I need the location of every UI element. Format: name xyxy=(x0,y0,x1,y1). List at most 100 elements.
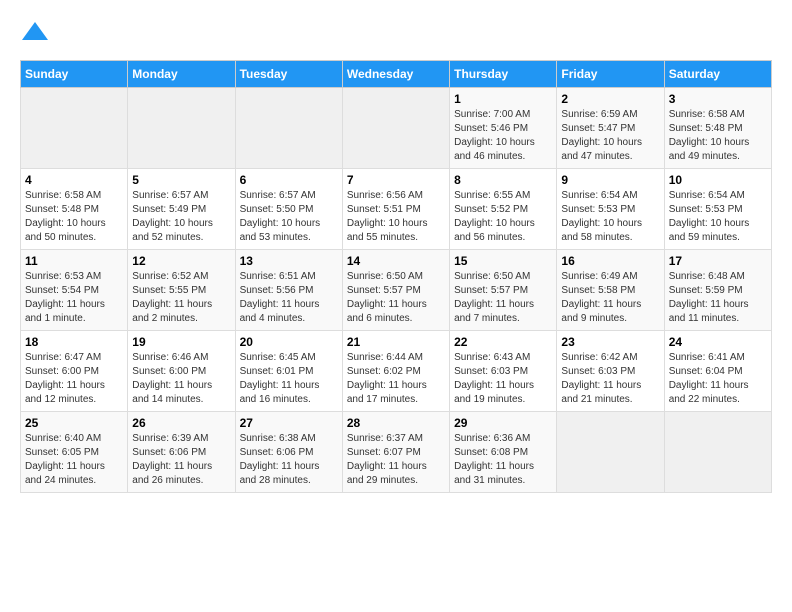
calendar-table: SundayMondayTuesdayWednesdayThursdayFrid… xyxy=(20,60,772,493)
day-info: Sunrise: 6:41 AM Sunset: 6:04 PM Dayligh… xyxy=(669,351,767,407)
day-info: Sunrise: 6:54 AM Sunset: 5:53 PM Dayligh… xyxy=(669,189,767,245)
day-number: 6 xyxy=(240,173,338,187)
day-number: 29 xyxy=(454,416,552,430)
week-row-5: 25Sunrise: 6:40 AM Sunset: 6:05 PM Dayli… xyxy=(21,412,772,493)
day-number: 15 xyxy=(454,254,552,268)
day-header-friday: Friday xyxy=(557,61,664,88)
week-row-4: 18 Sunrise: 6:47 AM Sunset: 6:00 PM Dayli… xyxy=(21,331,772,412)
day-cell: 2 Sunrise: 6:59 AM Sunset: 5:47 PM Daylig… xyxy=(557,88,664,169)
day-number: 18 xyxy=(25,335,123,349)
day-number: 5 xyxy=(132,173,230,187)
day-cell: 18 Sunrise: 6:47 AM Sunset: 6:00 PM Dayli… xyxy=(21,331,128,412)
day-info: Sunrise: 6:38 AM Sunset: 6:06 PM Dayligh… xyxy=(240,432,338,488)
day-number: 8 xyxy=(454,173,552,187)
day-cell: 21 Sunrise: 6:44 AM Sunset: 6:02 PM Dayli… xyxy=(342,331,449,412)
day-number: 17 xyxy=(669,254,767,268)
week-row-3: 11 Sunrise: 6:53 AM Sunset: 5:54 PM Dayli… xyxy=(21,250,772,331)
day-header-saturday: Saturday xyxy=(664,61,771,88)
day-cell: 5 Sunrise: 6:57 AM Sunset: 5:49 PM Daylig… xyxy=(128,169,235,250)
day-cell xyxy=(557,412,664,493)
day-number: 21 xyxy=(347,335,445,349)
week-row-2: 4 Sunrise: 6:58 AM Sunset: 5:48 PM Daylig… xyxy=(21,169,772,250)
day-number: 3 xyxy=(669,92,767,106)
day-info: Sunrise: 6:39 AM Sunset: 6:06 PM Dayligh… xyxy=(132,432,230,488)
day-number: 2 xyxy=(561,92,659,106)
day-info: Sunrise: 7:00 AM Sunset: 5:46 PM Dayligh… xyxy=(454,108,552,164)
day-cell: 23 Sunrise: 6:42 AM Sunset: 6:03 PM Dayli… xyxy=(557,331,664,412)
day-info: Sunrise: 6:36 AM Sunset: 6:08 PM Dayligh… xyxy=(454,432,552,488)
day-info: Sunrise: 6:37 AM Sunset: 6:07 PM Dayligh… xyxy=(347,432,445,488)
day-info: Sunrise: 6:42 AM Sunset: 6:03 PM Dayligh… xyxy=(561,351,659,407)
day-info: Sunrise: 6:58 AM Sunset: 5:48 PM Dayligh… xyxy=(669,108,767,164)
day-info: Sunrise: 6:50 AM Sunset: 5:57 PM Dayligh… xyxy=(347,270,445,326)
day-cell: 9 Sunrise: 6:54 AM Sunset: 5:53 PM Daylig… xyxy=(557,169,664,250)
day-cell: 12 Sunrise: 6:52 AM Sunset: 5:55 PM Dayli… xyxy=(128,250,235,331)
day-info: Sunrise: 6:48 AM Sunset: 5:59 PM Dayligh… xyxy=(669,270,767,326)
day-cell: 20 Sunrise: 6:45 AM Sunset: 6:01 PM Dayli… xyxy=(235,331,342,412)
day-header-sunday: Sunday xyxy=(21,61,128,88)
day-cell xyxy=(235,88,342,169)
day-cell xyxy=(342,88,449,169)
day-cell: 10 Sunrise: 6:54 AM Sunset: 5:53 PM Dayli… xyxy=(664,169,771,250)
day-cell: 19 Sunrise: 6:46 AM Sunset: 6:00 PM Dayli… xyxy=(128,331,235,412)
day-info: Sunrise: 6:45 AM Sunset: 6:01 PM Dayligh… xyxy=(240,351,338,407)
day-cell: 22Sunrise: 6:43 AM Sunset: 6:03 PM Dayli… xyxy=(450,331,557,412)
day-cell xyxy=(128,88,235,169)
day-cell: 27 Sunrise: 6:38 AM Sunset: 6:06 PM Dayli… xyxy=(235,412,342,493)
day-cell xyxy=(21,88,128,169)
day-info: Sunrise: 6:55 AM Sunset: 5:52 PM Dayligh… xyxy=(454,189,552,245)
day-cell: 3 Sunrise: 6:58 AM Sunset: 5:48 PM Daylig… xyxy=(664,88,771,169)
days-header-row: SundayMondayTuesdayWednesdayThursdayFrid… xyxy=(21,61,772,88)
day-number: 9 xyxy=(561,173,659,187)
day-info: Sunrise: 6:54 AM Sunset: 5:53 PM Dayligh… xyxy=(561,189,659,245)
day-info: Sunrise: 6:56 AM Sunset: 5:51 PM Dayligh… xyxy=(347,189,445,245)
logo xyxy=(20,20,54,50)
day-info: Sunrise: 6:51 AM Sunset: 5:56 PM Dayligh… xyxy=(240,270,338,326)
day-number: 4 xyxy=(25,173,123,187)
day-cell: 13 Sunrise: 6:51 AM Sunset: 5:56 PM Dayli… xyxy=(235,250,342,331)
day-info: Sunrise: 6:59 AM Sunset: 5:47 PM Dayligh… xyxy=(561,108,659,164)
day-number: 26 xyxy=(132,416,230,430)
day-header-tuesday: Tuesday xyxy=(235,61,342,88)
day-info: Sunrise: 6:43 AM Sunset: 6:03 PM Dayligh… xyxy=(454,351,552,407)
day-number: 19 xyxy=(132,335,230,349)
day-info: Sunrise: 6:47 AM Sunset: 6:00 PM Dayligh… xyxy=(25,351,123,407)
day-cell: 1Sunrise: 7:00 AM Sunset: 5:46 PM Daylig… xyxy=(450,88,557,169)
day-cell: 7 Sunrise: 6:56 AM Sunset: 5:51 PM Daylig… xyxy=(342,169,449,250)
day-cell: 26 Sunrise: 6:39 AM Sunset: 6:06 PM Dayli… xyxy=(128,412,235,493)
day-cell: 29 Sunrise: 6:36 AM Sunset: 6:08 PM Dayli… xyxy=(450,412,557,493)
day-cell: 14 Sunrise: 6:50 AM Sunset: 5:57 PM Dayli… xyxy=(342,250,449,331)
day-number: 16 xyxy=(561,254,659,268)
day-number: 10 xyxy=(669,173,767,187)
day-number: 7 xyxy=(347,173,445,187)
day-info: Sunrise: 6:57 AM Sunset: 5:49 PM Dayligh… xyxy=(132,189,230,245)
day-cell: 6 Sunrise: 6:57 AM Sunset: 5:50 PM Daylig… xyxy=(235,169,342,250)
day-header-thursday: Thursday xyxy=(450,61,557,88)
day-info: Sunrise: 6:53 AM Sunset: 5:54 PM Dayligh… xyxy=(25,270,123,326)
day-number: 23 xyxy=(561,335,659,349)
day-info: Sunrise: 6:58 AM Sunset: 5:48 PM Dayligh… xyxy=(25,189,123,245)
day-info: Sunrise: 6:46 AM Sunset: 6:00 PM Dayligh… xyxy=(132,351,230,407)
day-header-monday: Monday xyxy=(128,61,235,88)
day-cell: 25Sunrise: 6:40 AM Sunset: 6:05 PM Dayli… xyxy=(21,412,128,493)
day-number: 12 xyxy=(132,254,230,268)
day-info: Sunrise: 6:44 AM Sunset: 6:02 PM Dayligh… xyxy=(347,351,445,407)
day-number: 28 xyxy=(347,416,445,430)
day-number: 13 xyxy=(240,254,338,268)
day-cell xyxy=(664,412,771,493)
logo-icon xyxy=(20,20,50,50)
day-cell: 15 Sunrise: 6:50 AM Sunset: 5:57 PM Dayli… xyxy=(450,250,557,331)
day-info: Sunrise: 6:57 AM Sunset: 5:50 PM Dayligh… xyxy=(240,189,338,245)
day-number: 14 xyxy=(347,254,445,268)
day-info: Sunrise: 6:52 AM Sunset: 5:55 PM Dayligh… xyxy=(132,270,230,326)
day-number: 27 xyxy=(240,416,338,430)
day-info: Sunrise: 6:49 AM Sunset: 5:58 PM Dayligh… xyxy=(561,270,659,326)
day-cell: 8 Sunrise: 6:55 AM Sunset: 5:52 PM Daylig… xyxy=(450,169,557,250)
week-row-1: 1Sunrise: 7:00 AM Sunset: 5:46 PM Daylig… xyxy=(21,88,772,169)
day-cell: 24 Sunrise: 6:41 AM Sunset: 6:04 PM Dayli… xyxy=(664,331,771,412)
day-info: Sunrise: 6:50 AM Sunset: 5:57 PM Dayligh… xyxy=(454,270,552,326)
day-number: 24 xyxy=(669,335,767,349)
day-number: 11 xyxy=(25,254,123,268)
day-number: 20 xyxy=(240,335,338,349)
page-header xyxy=(20,20,772,50)
